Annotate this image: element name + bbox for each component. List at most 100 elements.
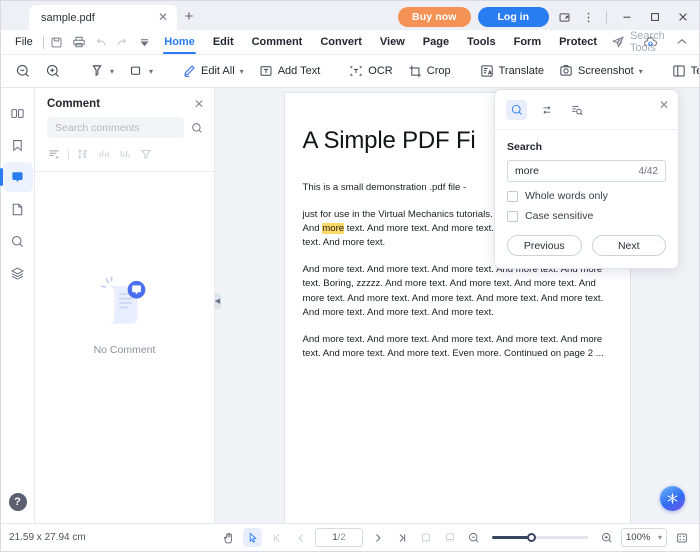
- share-icon[interactable]: [607, 32, 629, 52]
- last-page-button[interactable]: [392, 528, 411, 547]
- prev-page-button[interactable]: [291, 528, 310, 547]
- advanced-search-tab[interactable]: [566, 100, 587, 120]
- ocr-button[interactable]: OCR: [342, 59, 398, 83]
- search-list-icon: [571, 105, 583, 116]
- sidebar-item-search[interactable]: [3, 226, 33, 256]
- undo-icon[interactable]: [90, 32, 112, 52]
- zoom-out-button[interactable]: [9, 59, 37, 83]
- filter-funnel-icon[interactable]: [139, 147, 153, 161]
- case-sensitive-label: Case sensitive: [525, 210, 594, 222]
- filter-bars-icon[interactable]: [97, 147, 111, 161]
- add-text-button[interactable]: Add Text: [252, 59, 327, 83]
- customize-dropdown-icon[interactable]: [133, 32, 155, 52]
- sidebar-item-attachments[interactable]: [3, 194, 33, 224]
- title-bar: sample.pdf ✕ + Buy now Log in: [1, 1, 699, 30]
- zoom-in-button[interactable]: [39, 59, 67, 83]
- print-icon[interactable]: [68, 32, 90, 52]
- sort-list-icon[interactable]: [47, 147, 61, 161]
- buy-now-button[interactable]: Buy now: [398, 7, 471, 27]
- tab-page[interactable]: Page: [414, 30, 458, 54]
- more-vertical-icon[interactable]: [580, 9, 597, 26]
- select-tool-button[interactable]: [243, 528, 262, 547]
- whole-words-checkbox[interactable]: [507, 190, 518, 202]
- tab-convert[interactable]: Convert: [311, 30, 371, 54]
- hand-tool-button[interactable]: [219, 528, 238, 547]
- minimize-button[interactable]: [616, 8, 637, 26]
- next-button[interactable]: Next: [591, 235, 666, 256]
- save-icon[interactable]: [46, 32, 68, 52]
- replace-tab[interactable]: [536, 100, 557, 120]
- sort-az-icon[interactable]: [76, 147, 90, 161]
- zoom-slider[interactable]: [492, 532, 588, 542]
- sidebar-item-thumbnails[interactable]: [3, 98, 33, 128]
- single-page-view-button[interactable]: [416, 528, 435, 547]
- panel-collapse-handle[interactable]: ◀: [215, 293, 221, 309]
- maximize-button[interactable]: [644, 8, 665, 26]
- zoom-in-button[interactable]: [597, 528, 616, 547]
- log-in-button[interactable]: Log in: [477, 7, 549, 27]
- sidebar-item-comments[interactable]: [0, 162, 33, 192]
- close-icon[interactable]: ✕: [659, 98, 669, 112]
- crop-button[interactable]: Crop: [401, 59, 457, 83]
- tab-protect[interactable]: Protect: [550, 30, 606, 54]
- template-button[interactable]: Temp: [665, 59, 699, 83]
- main-body: ? Comment ✕ Search comments No Comment ◀…: [0, 88, 699, 523]
- sidebar-item-bookmarks[interactable]: [3, 130, 33, 160]
- whole-words-checkbox-row[interactable]: Whole words only: [495, 182, 678, 202]
- search-tab[interactable]: [506, 100, 527, 120]
- tab-home[interactable]: Home: [155, 30, 204, 54]
- group-bars-icon[interactable]: [118, 147, 132, 161]
- translate-button[interactable]: Translate: [473, 59, 550, 83]
- zoom-in-icon: [601, 532, 612, 543]
- tab-comment[interactable]: Comment: [243, 30, 312, 54]
- shape-button[interactable]: ▾: [122, 59, 159, 83]
- no-comment-illustration-icon: [100, 276, 145, 324]
- tab-view[interactable]: View: [371, 30, 414, 54]
- document-tab[interactable]: sample.pdf ✕: [29, 5, 177, 30]
- first-page-button[interactable]: [267, 528, 286, 547]
- tab-form[interactable]: Form: [505, 30, 551, 54]
- sidebar-item-layers[interactable]: [3, 258, 33, 288]
- fit-page-button[interactable]: [672, 528, 691, 547]
- restore-window-icon[interactable]: [556, 9, 573, 26]
- zoom-out-button[interactable]: [464, 528, 483, 547]
- ai-assistant-button[interactable]: [660, 486, 685, 511]
- comment-search-input[interactable]: Search comments: [47, 117, 184, 138]
- zoom-out-icon: [468, 532, 479, 543]
- previous-button[interactable]: Previous: [507, 235, 582, 256]
- tab-tools[interactable]: Tools: [458, 30, 505, 54]
- document-viewer[interactable]: ◀ A Simple PDF Fi This is a small demons…: [215, 88, 699, 523]
- collapse-ribbon-icon[interactable]: [671, 32, 693, 52]
- zoom-level-select[interactable]: 100% ▾: [621, 528, 667, 547]
- help-button[interactable]: ?: [8, 493, 27, 511]
- tab-edit[interactable]: Edit: [204, 30, 243, 54]
- close-icon[interactable]: ✕: [156, 10, 170, 25]
- continuous-view-button[interactable]: [440, 528, 459, 547]
- highlight-button[interactable]: ▾: [83, 59, 120, 83]
- cloud-upload-icon[interactable]: [639, 32, 661, 52]
- close-window-button[interactable]: [672, 8, 693, 26]
- page-number-input[interactable]: 1 / 2: [315, 528, 363, 547]
- search-icon[interactable]: [190, 121, 204, 135]
- search-highlight: more: [322, 223, 345, 235]
- zoom-slider-handle[interactable]: [526, 532, 536, 542]
- chevron-down-icon: ▾: [149, 66, 154, 76]
- rectangle-icon: [131, 66, 141, 75]
- comment-search-placeholder: Search comments: [55, 121, 140, 134]
- template-label: Temp: [690, 65, 699, 77]
- case-sensitive-checkbox-row[interactable]: Case sensitive: [495, 202, 678, 222]
- search-dialog: ✕ Search more 4/42 Whole words only Case…: [494, 89, 679, 269]
- tab-strip: sample.pdf ✕ +: [1, 5, 201, 30]
- screenshot-button[interactable]: Screenshot ▾: [552, 59, 649, 83]
- edit-all-button[interactable]: Edit All ▾: [175, 59, 250, 83]
- menu-item-file[interactable]: File: [7, 36, 41, 48]
- continuous-view-icon: [445, 532, 454, 542]
- next-page-button[interactable]: [368, 528, 387, 547]
- replace-icon: [542, 106, 550, 114]
- redo-icon[interactable]: [111, 32, 133, 52]
- comment-icon: [12, 171, 23, 182]
- close-icon[interactable]: ✕: [194, 97, 204, 111]
- search-input[interactable]: more 4/42: [507, 160, 666, 182]
- plus-icon[interactable]: +: [177, 5, 201, 30]
- case-sensitive-checkbox[interactable]: [507, 210, 518, 222]
